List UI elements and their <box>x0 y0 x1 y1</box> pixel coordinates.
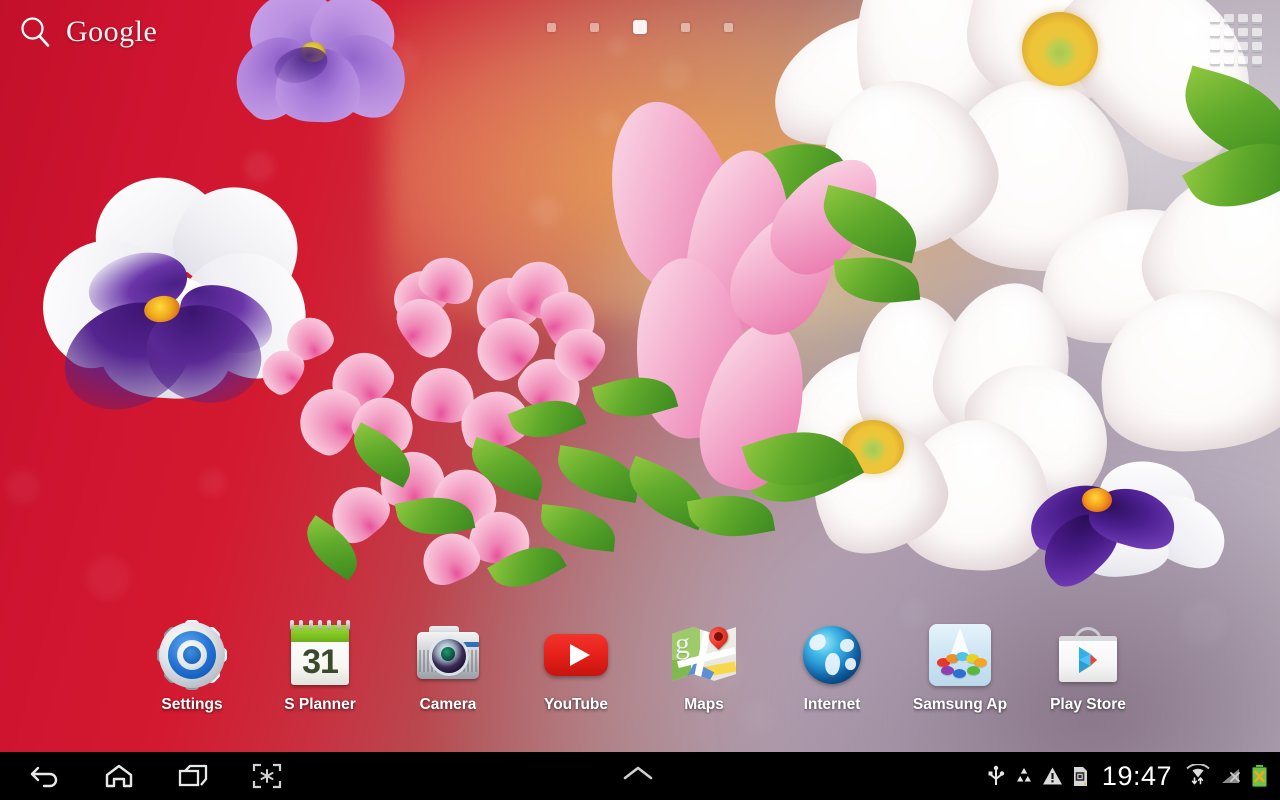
maps-icon: g <box>671 622 737 688</box>
apps-grid-cell <box>1224 56 1234 66</box>
apps-grid-icon[interactable] <box>1210 14 1262 66</box>
app-maps[interactable]: g Maps <box>640 622 768 714</box>
recycle-icon <box>1014 766 1034 786</box>
page-indicator <box>0 20 1280 34</box>
play-store-icon <box>1055 622 1121 688</box>
app-label: Settings <box>161 696 223 713</box>
apps-grid-cell <box>1224 42 1234 52</box>
status-icons[interactable]: 19:47 <box>986 761 1280 792</box>
nav-center <box>290 763 986 790</box>
app-youtube[interactable]: YouTube <box>512 622 640 714</box>
home-screen: Google Settings 31 S Planner Camera YouT… <box>0 0 1280 800</box>
app-label: Play Store <box>1050 696 1126 713</box>
bokeh-circle <box>608 36 628 56</box>
app-label: S Planner <box>284 696 356 713</box>
app-samsung-apps[interactable]: Samsung Ap <box>896 622 1024 714</box>
bokeh-circle <box>86 556 130 600</box>
system-navigation-bar: 19:47 <box>0 752 1280 800</box>
apps-grid-cell <box>1224 14 1234 24</box>
usb-icon <box>986 765 1006 787</box>
apps-grid-cell <box>1252 42 1262 52</box>
app-dock: Settings 31 S Planner Camera YouTube g M… <box>0 620 1280 738</box>
apps-grid-cell <box>1238 14 1248 24</box>
page-dot-4[interactable] <box>681 22 690 32</box>
calendar-day: 31 <box>302 642 339 681</box>
maps-glyph: g <box>674 626 690 660</box>
screen-capture-icon[interactable] <box>244 756 290 796</box>
back-arrow-icon[interactable] <box>22 756 68 796</box>
app-internet[interactable]: Internet <box>768 622 896 714</box>
bokeh-circle <box>6 470 40 504</box>
apps-grid-cell <box>1224 28 1234 38</box>
home-icon[interactable] <box>96 756 142 796</box>
bokeh-circle <box>596 112 620 136</box>
page-dot-2[interactable] <box>590 22 599 32</box>
battery-error-icon <box>1251 764 1268 788</box>
apps-grid-cell <box>1252 56 1262 66</box>
nav-buttons <box>0 756 290 796</box>
no-signal-icon <box>1219 765 1243 787</box>
apps-grid-cell <box>1238 42 1248 52</box>
apps-grid-cell <box>1252 14 1262 24</box>
settings-gear-icon <box>157 620 227 690</box>
calendar-icon: 31 <box>287 620 353 688</box>
app-settings[interactable]: Settings <box>128 620 256 714</box>
page-dot-3-active[interactable] <box>633 20 647 34</box>
youtube-icon <box>543 622 609 688</box>
recent-apps-icon[interactable] <box>170 756 216 796</box>
apps-grid-cell <box>1210 28 1220 38</box>
page-dot-1[interactable] <box>547 22 556 32</box>
play-triangle-icon <box>1079 647 1097 673</box>
app-play-store[interactable]: Play Store <box>1024 622 1152 714</box>
page-dot-5[interactable] <box>724 22 733 32</box>
app-s-planner[interactable]: 31 S Planner <box>256 620 384 714</box>
wifi-transfer-icon <box>1185 764 1211 788</box>
app-label: Maps <box>684 696 724 713</box>
apps-grid-cell <box>1210 42 1220 52</box>
app-camera[interactable]: Camera <box>384 622 512 714</box>
camera-icon <box>415 622 481 688</box>
apps-grid-cell <box>1210 56 1220 66</box>
app-label: Camera <box>419 696 477 713</box>
violet-pansy <box>1020 454 1238 597</box>
warning-triangle-icon <box>1042 766 1063 786</box>
globe-icon <box>799 622 865 688</box>
samsung-apps-icon <box>927 622 993 688</box>
bokeh-circle <box>660 60 690 90</box>
bokeh-circle <box>530 196 560 226</box>
apps-grid-cell <box>1238 28 1248 38</box>
sd-card-icon <box>1071 766 1089 787</box>
app-label: Internet <box>803 696 861 713</box>
clock: 19:47 <box>1101 760 1172 791</box>
apps-grid-cell <box>1210 14 1220 24</box>
bokeh-circle <box>200 470 226 496</box>
apps-grid-cell <box>1252 28 1262 38</box>
app-label: Samsung Ap <box>912 696 1008 713</box>
apps-grid-cell <box>1238 56 1248 66</box>
app-label: YouTube <box>544 696 608 713</box>
chevron-up-icon[interactable] <box>616 763 660 790</box>
